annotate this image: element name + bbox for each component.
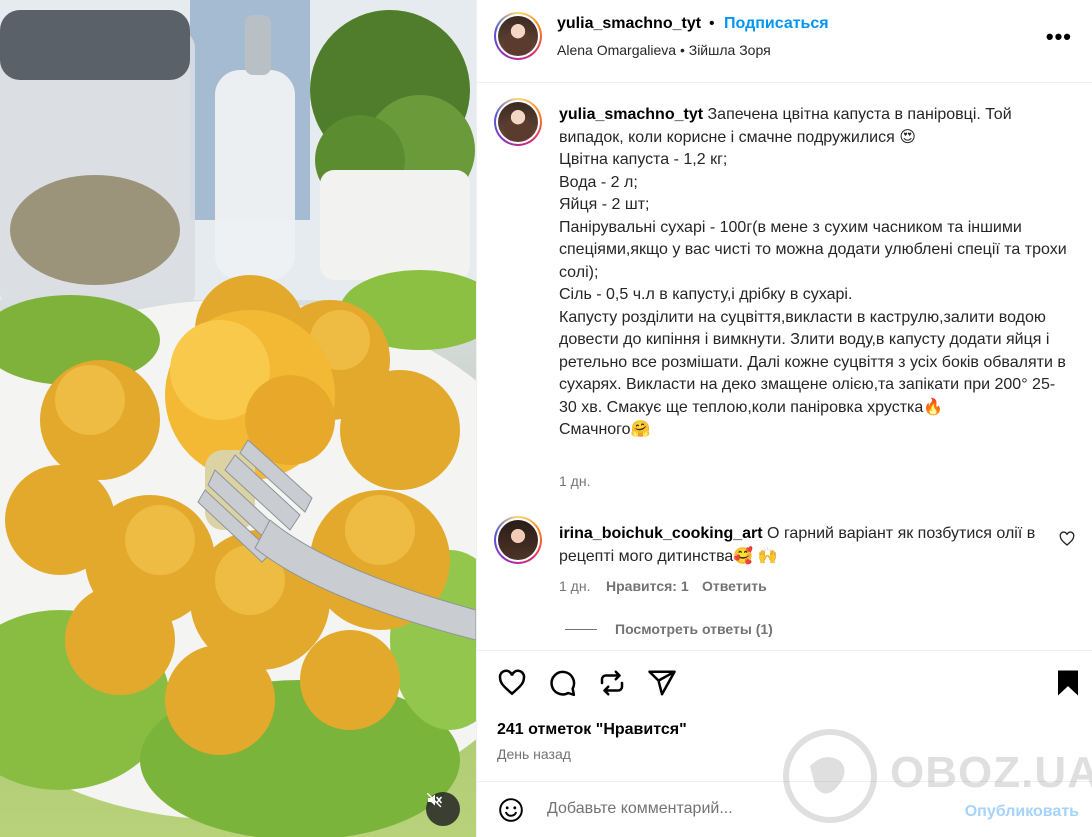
speaker-muted-icon — [426, 792, 442, 808]
view-replies-button[interactable]: Посмотреть ответы (1) — [565, 621, 773, 637]
post-header: yulia_smachno_tyt • Подписаться Alena Om… — [477, 0, 1092, 83]
comment-composer: Опубликовать — [477, 782, 1092, 837]
heart-icon[interactable] — [497, 668, 527, 698]
more-options-button[interactable]: ••• — [1046, 26, 1072, 48]
emoji-icon[interactable] — [498, 797, 524, 823]
audio-attribution[interactable]: Alena Omargalieva • Зійшла Зоря — [557, 42, 771, 58]
comment-icon[interactable] — [547, 668, 577, 698]
post-sidebar: yulia_smachno_tyt • Подписаться Alena Om… — [476, 0, 1092, 837]
likes-count[interactable]: 241 отметок "Нравится" — [497, 721, 687, 739]
action-bar: 241 отметок "Нравится" День назад — [477, 650, 1092, 782]
publish-button[interactable]: Опубликовать — [965, 803, 1079, 821]
comments-list[interactable]: yulia_smachno_tyt Запечена цвітна капуст… — [477, 84, 1092, 650]
post-photo — [0, 0, 476, 837]
commenter-avatar[interactable] — [494, 516, 542, 564]
bookmark-icon[interactable] — [1055, 668, 1081, 698]
comment-body: irina_boichuk_cooking_art О гарний варіа… — [559, 522, 1039, 568]
header-separator: • — [709, 15, 715, 32]
follow-button[interactable]: Подписаться — [724, 15, 829, 33]
share-icon[interactable] — [647, 668, 677, 698]
comment-likes[interactable]: Нравится: 1 — [606, 578, 689, 594]
repost-icon[interactable] — [597, 668, 627, 698]
post-caption: yulia_smachno_tyt Запечена цвітна капуст… — [559, 104, 1069, 442]
post-date[interactable]: День назад — [497, 746, 571, 762]
caption-username[interactable]: yulia_smachno_tyt — [559, 106, 703, 123]
mute-button[interactable] — [426, 792, 460, 826]
view-replies-label: Посмотреть ответы (1) — [615, 621, 773, 637]
author-username[interactable]: yulia_smachno_tyt — [557, 15, 701, 33]
caption-avatar[interactable] — [494, 98, 542, 146]
comment-like-icon[interactable] — [1059, 531, 1075, 547]
caption-text: Запечена цвітна капуста в паніровці. Той… — [559, 106, 1067, 438]
replies-divider — [565, 628, 597, 630]
commenter-username[interactable]: irina_boichuk_cooking_art — [559, 525, 763, 542]
author-avatar[interactable] — [494, 12, 542, 60]
post-media[interactable] — [0, 0, 476, 837]
reply-button[interactable]: Ответить — [702, 578, 767, 594]
caption-time[interactable]: 1 дн. — [559, 473, 590, 489]
comment-input[interactable] — [547, 796, 967, 822]
comment-time[interactable]: 1 дн. — [559, 578, 590, 594]
